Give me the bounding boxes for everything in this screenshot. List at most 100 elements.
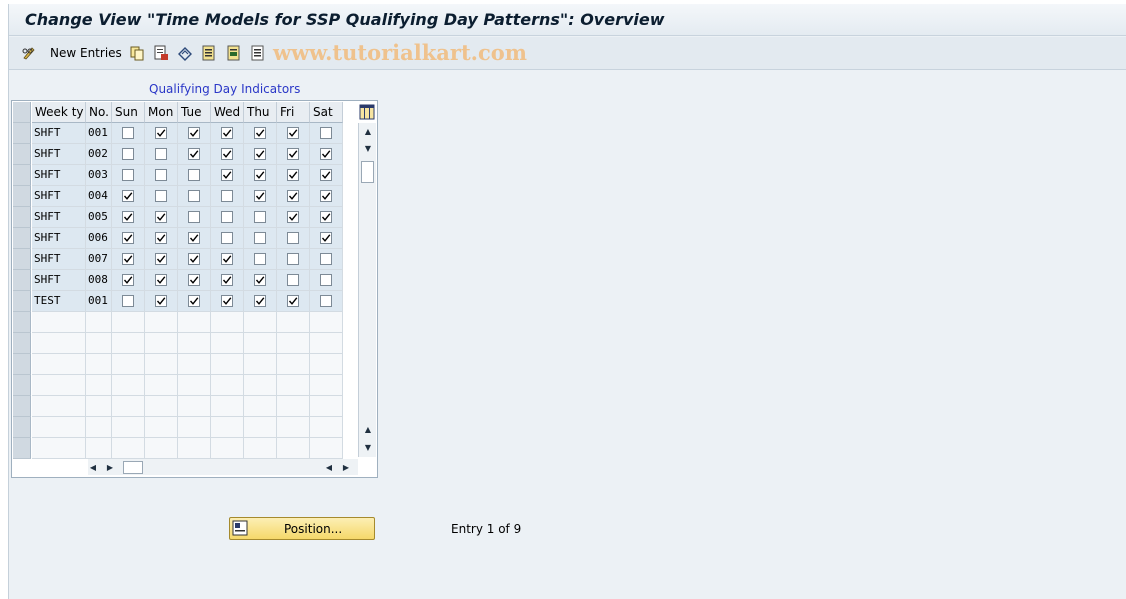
empty-cell[interactable]	[178, 417, 211, 438]
empty-cell[interactable]	[211, 396, 244, 417]
empty-cell[interactable]	[145, 417, 178, 438]
day-checkbox[interactable]	[221, 211, 233, 223]
header-col-fri[interactable]: Fri	[277, 102, 310, 123]
scroll-down-icon[interactable]: ▼	[363, 143, 373, 153]
day-checkbox-checked[interactable]	[221, 169, 233, 181]
hscroll-thumb[interactable]	[123, 461, 143, 474]
day-checkbox[interactable]	[320, 127, 332, 139]
day-checkbox-checked[interactable]	[287, 169, 299, 181]
undo-icon[interactable]	[177, 45, 193, 61]
day-checkbox[interactable]	[320, 253, 332, 265]
day-checkbox[interactable]	[221, 232, 233, 244]
day-checkbox-checked[interactable]	[287, 211, 299, 223]
position-button[interactable]: Position...	[229, 517, 375, 540]
header-col-number[interactable]: No.	[86, 102, 112, 123]
row-selector[interactable]	[13, 144, 31, 165]
header-col-week-type[interactable]: Week ty	[32, 102, 86, 123]
day-checkbox-checked[interactable]	[188, 148, 200, 160]
row-selector[interactable]	[13, 312, 31, 333]
day-checkbox-checked[interactable]	[254, 169, 266, 181]
day-checkbox-checked[interactable]	[188, 295, 200, 307]
header-col-mon[interactable]: Mon	[145, 102, 178, 123]
empty-cell[interactable]	[277, 333, 310, 354]
day-checkbox[interactable]	[221, 190, 233, 202]
empty-cell[interactable]	[310, 438, 343, 459]
empty-cell[interactable]	[86, 333, 112, 354]
select-all-rows-corner[interactable]	[13, 102, 31, 123]
row-selector[interactable]	[13, 417, 31, 438]
day-checkbox-checked[interactable]	[287, 127, 299, 139]
empty-cell[interactable]	[277, 375, 310, 396]
day-checkbox[interactable]	[188, 190, 200, 202]
day-checkbox[interactable]	[254, 211, 266, 223]
day-checkbox-checked[interactable]	[122, 232, 134, 244]
day-checkbox-checked[interactable]	[320, 190, 332, 202]
empty-cell[interactable]	[112, 375, 145, 396]
empty-cell[interactable]	[277, 396, 310, 417]
select-block-icon[interactable]	[226, 45, 242, 61]
scroll-up-icon[interactable]: ▲	[363, 126, 373, 136]
day-checkbox-checked[interactable]	[221, 274, 233, 286]
vertical-scrollbar[interactable]: ▲ ▼ ▲ ▼	[358, 123, 376, 457]
number-cell[interactable]: 001	[86, 291, 112, 312]
header-col-wed[interactable]: Wed	[211, 102, 244, 123]
day-checkbox-checked[interactable]	[122, 211, 134, 223]
day-checkbox-checked[interactable]	[320, 148, 332, 160]
row-selector[interactable]	[13, 291, 31, 312]
day-checkbox[interactable]	[287, 232, 299, 244]
header-col-thu[interactable]: Thu	[244, 102, 277, 123]
day-checkbox[interactable]	[155, 169, 167, 181]
empty-cell[interactable]	[211, 417, 244, 438]
day-checkbox[interactable]	[254, 253, 266, 265]
day-checkbox-checked[interactable]	[188, 232, 200, 244]
scroll-far-left-icon[interactable]: ◀	[324, 462, 334, 472]
empty-cell[interactable]	[310, 333, 343, 354]
day-checkbox[interactable]	[122, 127, 134, 139]
empty-cell[interactable]	[244, 312, 277, 333]
empty-cell[interactable]	[211, 354, 244, 375]
empty-cell[interactable]	[211, 333, 244, 354]
week-type-cell[interactable]: SHFT	[32, 186, 86, 207]
empty-cell[interactable]	[86, 438, 112, 459]
empty-cell[interactable]	[32, 417, 86, 438]
empty-cell[interactable]	[112, 396, 145, 417]
empty-cell[interactable]	[86, 396, 112, 417]
day-checkbox[interactable]	[188, 211, 200, 223]
day-checkbox-checked[interactable]	[254, 148, 266, 160]
empty-cell[interactable]	[277, 354, 310, 375]
header-col-tue[interactable]: Tue	[178, 102, 211, 123]
empty-cell[interactable]	[112, 333, 145, 354]
week-type-cell[interactable]: SHFT	[32, 165, 86, 186]
row-selector[interactable]	[13, 270, 31, 291]
day-checkbox[interactable]	[122, 169, 134, 181]
number-cell[interactable]: 002	[86, 144, 112, 165]
empty-cell[interactable]	[145, 396, 178, 417]
empty-cell[interactable]	[244, 333, 277, 354]
empty-cell[interactable]	[112, 417, 145, 438]
empty-cell[interactable]	[145, 438, 178, 459]
day-checkbox[interactable]	[188, 169, 200, 181]
empty-cell[interactable]	[211, 438, 244, 459]
empty-cell[interactable]	[310, 354, 343, 375]
row-selector[interactable]	[13, 396, 31, 417]
empty-cell[interactable]	[277, 417, 310, 438]
row-selector[interactable]	[13, 354, 31, 375]
day-checkbox-checked[interactable]	[122, 253, 134, 265]
day-checkbox[interactable]	[122, 148, 134, 160]
empty-cell[interactable]	[244, 417, 277, 438]
day-checkbox-checked[interactable]	[320, 211, 332, 223]
row-selector[interactable]	[13, 249, 31, 270]
day-checkbox[interactable]	[287, 253, 299, 265]
day-checkbox-checked[interactable]	[155, 253, 167, 265]
empty-cell[interactable]	[178, 312, 211, 333]
week-type-cell[interactable]: SHFT	[32, 123, 86, 144]
day-checkbox-checked[interactable]	[320, 169, 332, 181]
day-checkbox-checked[interactable]	[188, 253, 200, 265]
day-checkbox-checked[interactable]	[188, 274, 200, 286]
day-checkbox-checked[interactable]	[221, 295, 233, 307]
week-type-cell[interactable]: SHFT	[32, 207, 86, 228]
day-checkbox[interactable]	[320, 274, 332, 286]
day-checkbox[interactable]	[254, 232, 266, 244]
day-checkbox[interactable]	[155, 148, 167, 160]
day-checkbox-checked[interactable]	[287, 190, 299, 202]
